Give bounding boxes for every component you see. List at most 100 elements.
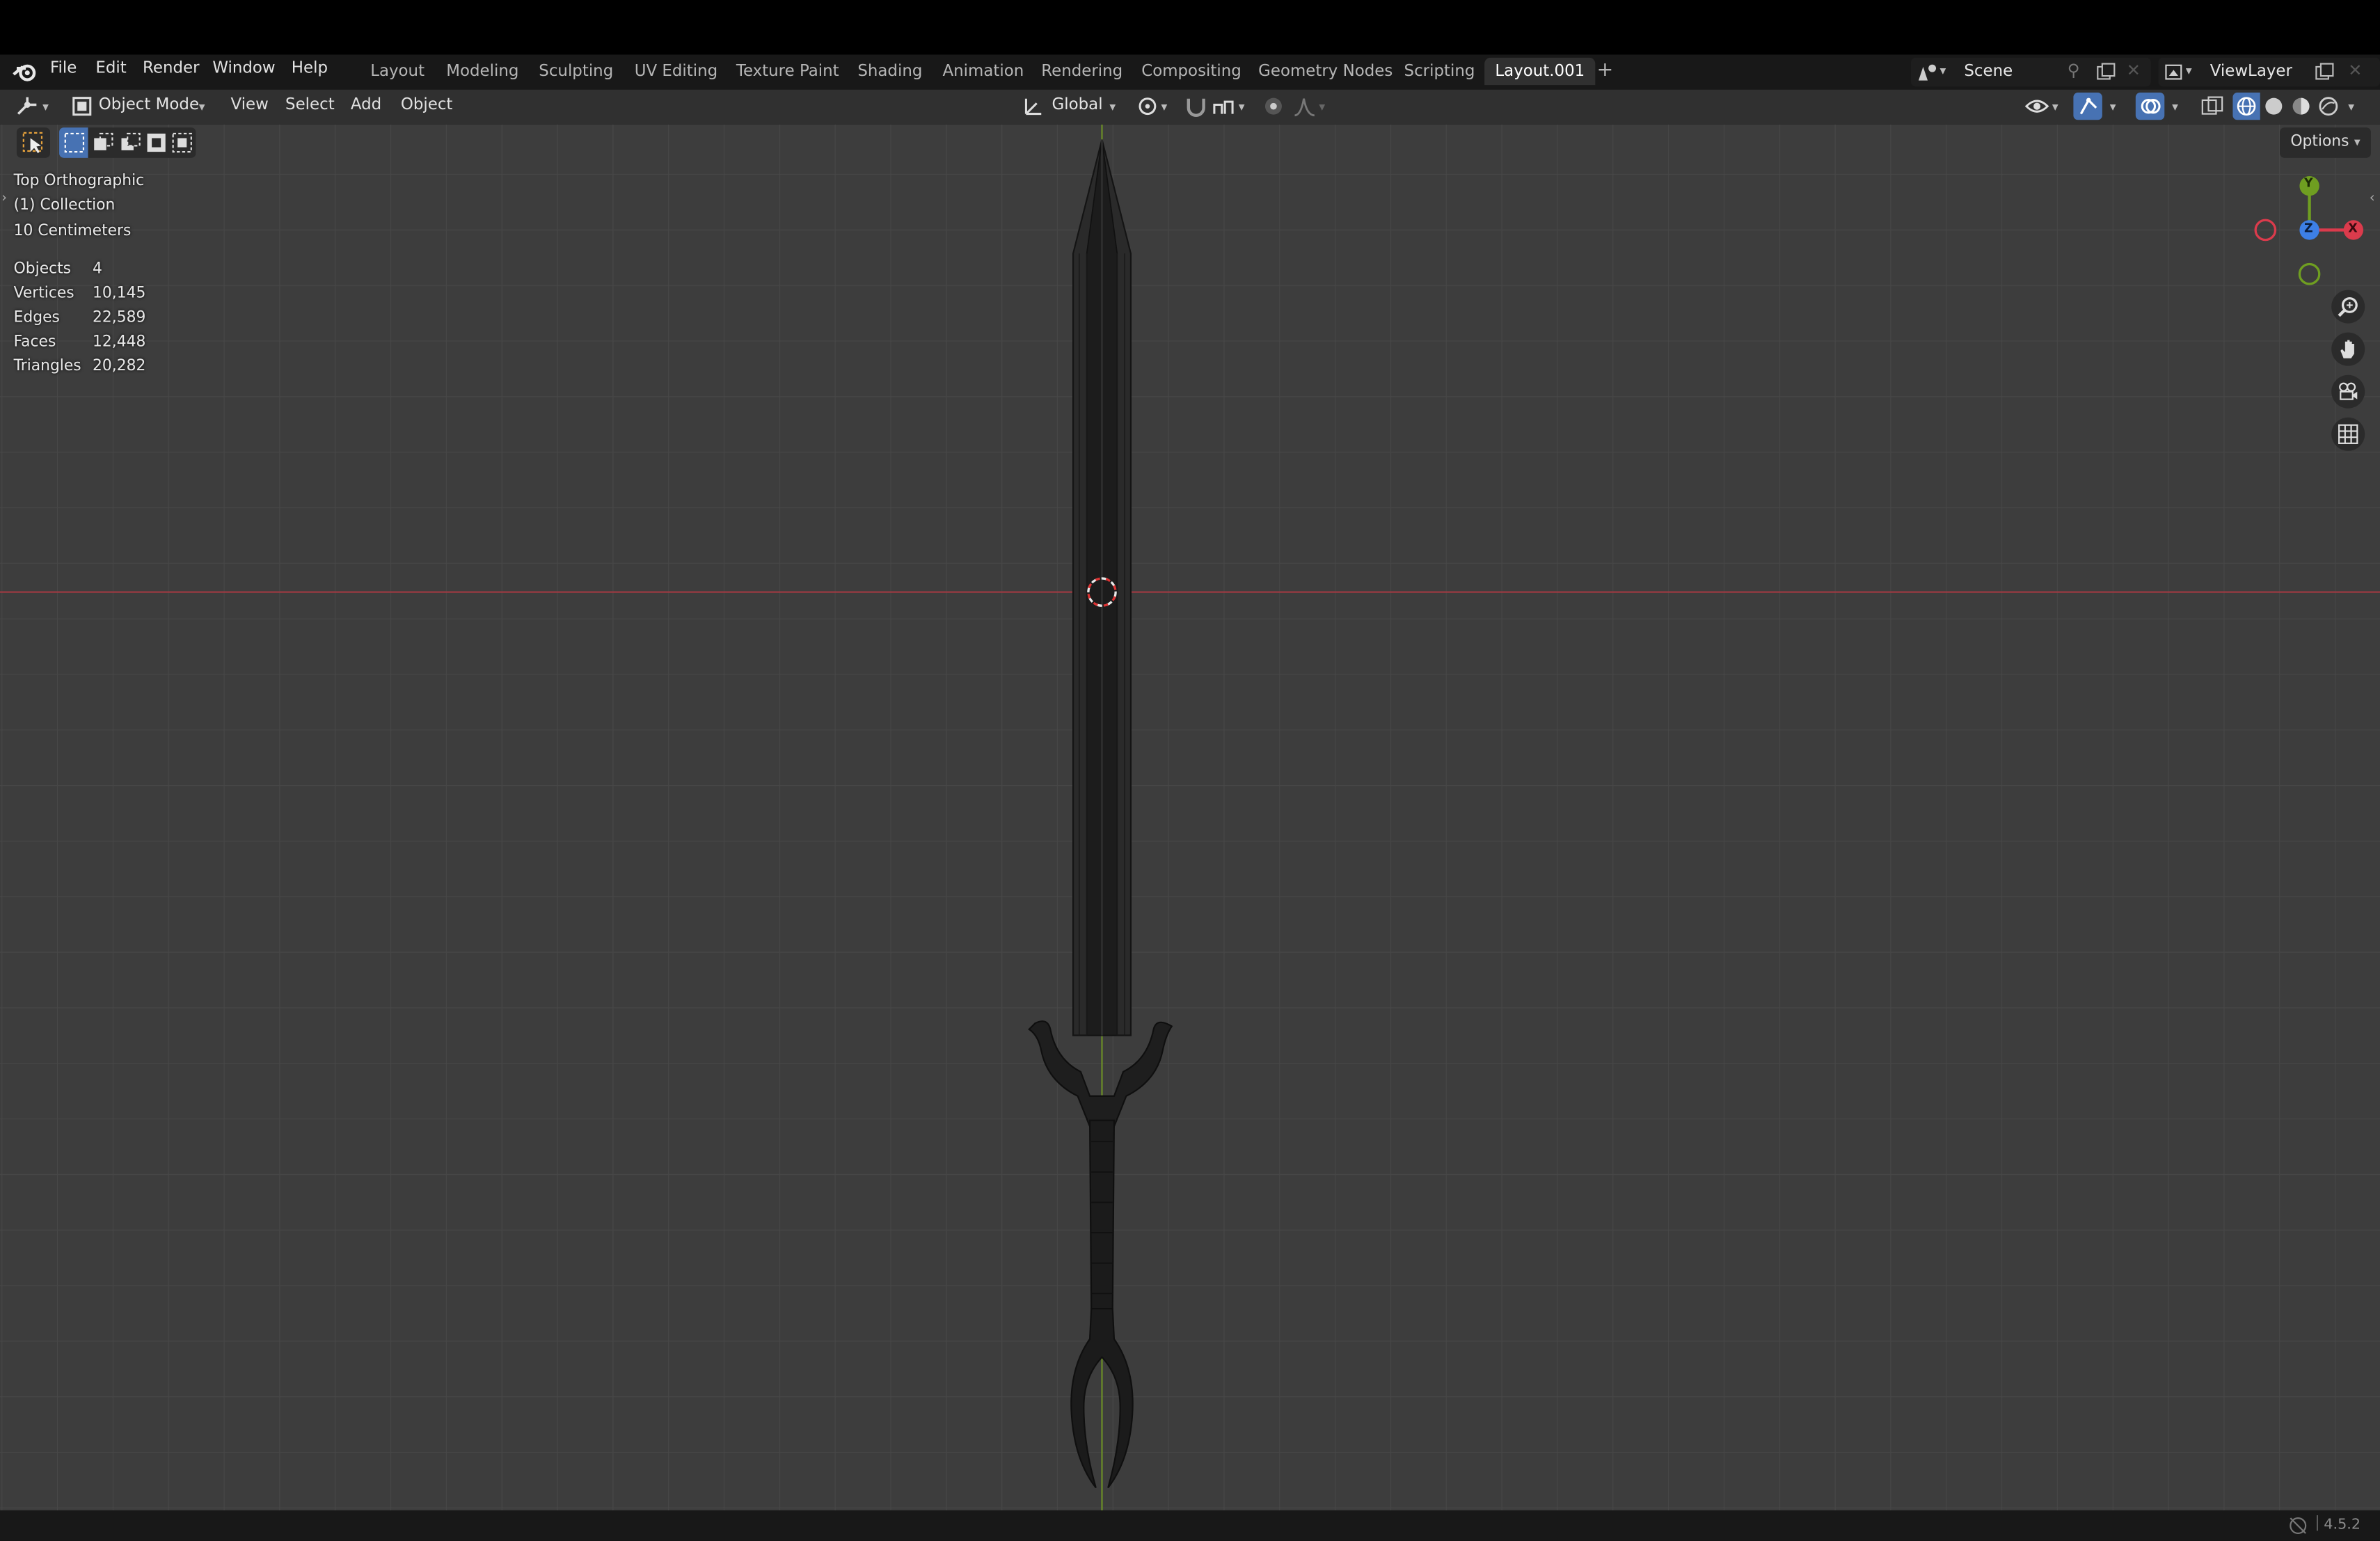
viewport-canvas[interactable] [0,124,2380,1511]
menu-view[interactable]: View [231,95,269,113]
scene-icon [1918,64,1937,81]
snap-target-icon[interactable] [1212,95,1236,117]
wireframe-shading-icon [2237,97,2256,116]
toggle-projection-button[interactable] [2331,417,2365,451]
zoom-icon [2338,297,2358,317]
tab-animation[interactable]: Animation [942,62,1024,80]
add-workspace-button[interactable]: + [1597,59,1614,82]
gizmo-icon [2079,97,2097,115]
snap-toggle-icon[interactable] [1184,95,1208,117]
tab-shading[interactable]: Shading [857,62,922,80]
visibility-icon[interactable] [2024,95,2049,117]
menu-render[interactable]: Render [143,59,200,77]
delete-view-layer-icon[interactable]: ✕ [2348,61,2362,80]
select-subtract-icon[interactable] [120,132,141,154]
scene-selector[interactable]: ▾ Scene ⚲ ✕ [1911,57,2151,87]
gizmo-toggle[interactable] [2073,93,2102,120]
new-scene-icon[interactable] [2096,62,2116,81]
overlays-toggle[interactable] [2135,93,2165,120]
tab-texture-paint[interactable]: Texture Paint [736,62,839,80]
orientation-label: Global [1052,95,1103,114]
pan-button[interactable] [2331,332,2365,366]
editor-type-icon[interactable] [15,95,40,117]
chevron-down-icon: ▾ [1939,63,1946,78]
stat-label: Edges [13,309,60,326]
gizmo-y-label: Y [2303,176,2313,190]
stat-value: 10,145 [93,285,146,303]
toolbar-toggle-icon[interactable]: › [1,191,7,207]
pivot-point-icon[interactable] [1137,95,1161,117]
select-box-icon [22,132,43,154]
menu-add[interactable]: Add [351,95,381,113]
select-intersect-icon[interactable] [171,132,193,154]
blender-version: 4.5.2 [2324,1516,2361,1533]
chevron-down-icon: ▾ [2185,63,2192,78]
transform-orientation-selector[interactable]: Global ▾ [1017,91,1126,122]
mode-selector[interactable]: Object Mode ▾ [64,91,216,122]
tab-modeling[interactable]: Modeling [446,62,518,80]
chevron-down-icon: ▾ [2348,100,2354,114]
solid-shading-icon[interactable] [2263,95,2285,117]
chevron-down-icon: ▾ [2172,100,2178,114]
rendered-shading-icon[interactable] [2318,95,2340,117]
menu-object[interactable]: Object [401,95,453,113]
tab-uv-editing[interactable]: UV Editing [635,62,717,80]
version-separator: | [2315,1515,2320,1532]
chevron-down-icon: ▾ [1238,100,1245,114]
menu-select[interactable]: Select [285,95,335,113]
new-view-layer-icon[interactable] [2315,62,2334,81]
gizmo-neg-x-icon[interactable] [2254,219,2277,242]
menu-help[interactable]: Help [292,59,328,77]
options-dropdown[interactable]: Options ▾ [2280,127,2371,158]
status-bar: | 4.5.2 [0,1510,2380,1541]
stat-value: 22,589 [93,309,146,326]
options-label: Options [2290,133,2349,150]
blender-window: File Edit Render Window Help Layout Mode… [0,0,2380,1541]
stat-value: 4 [93,261,102,278]
shading-wireframe-button[interactable] [2232,93,2260,120]
view-layer-selector[interactable]: ▾ ViewLayer ✕ [2158,57,2380,87]
grid-icon [2338,424,2358,444]
tab-scripting[interactable]: Scripting [1404,62,1475,80]
tab-geometry-nodes[interactable]: Geometry Nodes [1258,62,1393,80]
select-new-icon [64,132,85,153]
chevron-down-icon: ▾ [2052,100,2058,114]
blender-logo-icon[interactable] [12,61,38,82]
3d-viewport[interactable]: Top Orthographic (1) Collection 10 Centi… [0,124,2380,1511]
xray-toggle-icon[interactable] [2201,95,2224,117]
falloff-icon[interactable] [1293,95,1317,117]
network-offline-icon [2290,1517,2307,1535]
selection-mode-group [59,127,196,158]
scene-name[interactable]: Scene [1964,62,2013,80]
menu-edit[interactable]: Edit [95,59,126,77]
select-mode-new-button[interactable] [59,127,88,158]
material-preview-shading-icon[interactable] [2290,95,2312,117]
chevron-down-icon: ▾ [2109,100,2116,114]
zoom-button[interactable] [2331,290,2365,324]
chevron-down-icon: ▾ [2354,135,2361,149]
select-invert-icon[interactable] [145,132,167,154]
view-layer-name[interactable]: ViewLayer [2210,62,2292,80]
tab-layout[interactable]: Layout [370,62,425,80]
tab-compositing[interactable]: Compositing [1141,62,1241,80]
tab-rendering[interactable]: Rendering [1041,62,1122,80]
menu-file[interactable]: File [50,59,77,77]
select-extend-icon[interactable] [93,132,114,154]
camera-view-button[interactable] [2331,374,2365,409]
pin-icon[interactable]: ⚲ [2068,61,2080,80]
gizmo-neg-y-icon[interactable] [2298,262,2321,285]
tab-layout-001[interactable]: Layout.001 [1484,57,1596,86]
object-mode-icon [72,97,92,116]
select-tool-button[interactable] [16,127,50,158]
proportional-editing-icon[interactable] [1263,95,1286,117]
stat-value: 20,282 [93,358,146,375]
delete-scene-icon[interactable]: ✕ [2127,61,2141,80]
grid-scale: 10 Centimeters [13,223,132,240]
sidebar-toggle-icon[interactable]: ‹ [2370,191,2375,207]
menu-window[interactable]: Window [212,59,275,77]
chevron-down-icon: ▾ [42,100,49,114]
gizmo-z-label: Z [2303,221,2313,236]
tab-sculpting[interactable]: Sculpting [539,62,613,80]
top-bar: File Edit Render Window Help Layout Mode… [0,54,2380,90]
view-name: Top Orthographic [13,173,145,190]
